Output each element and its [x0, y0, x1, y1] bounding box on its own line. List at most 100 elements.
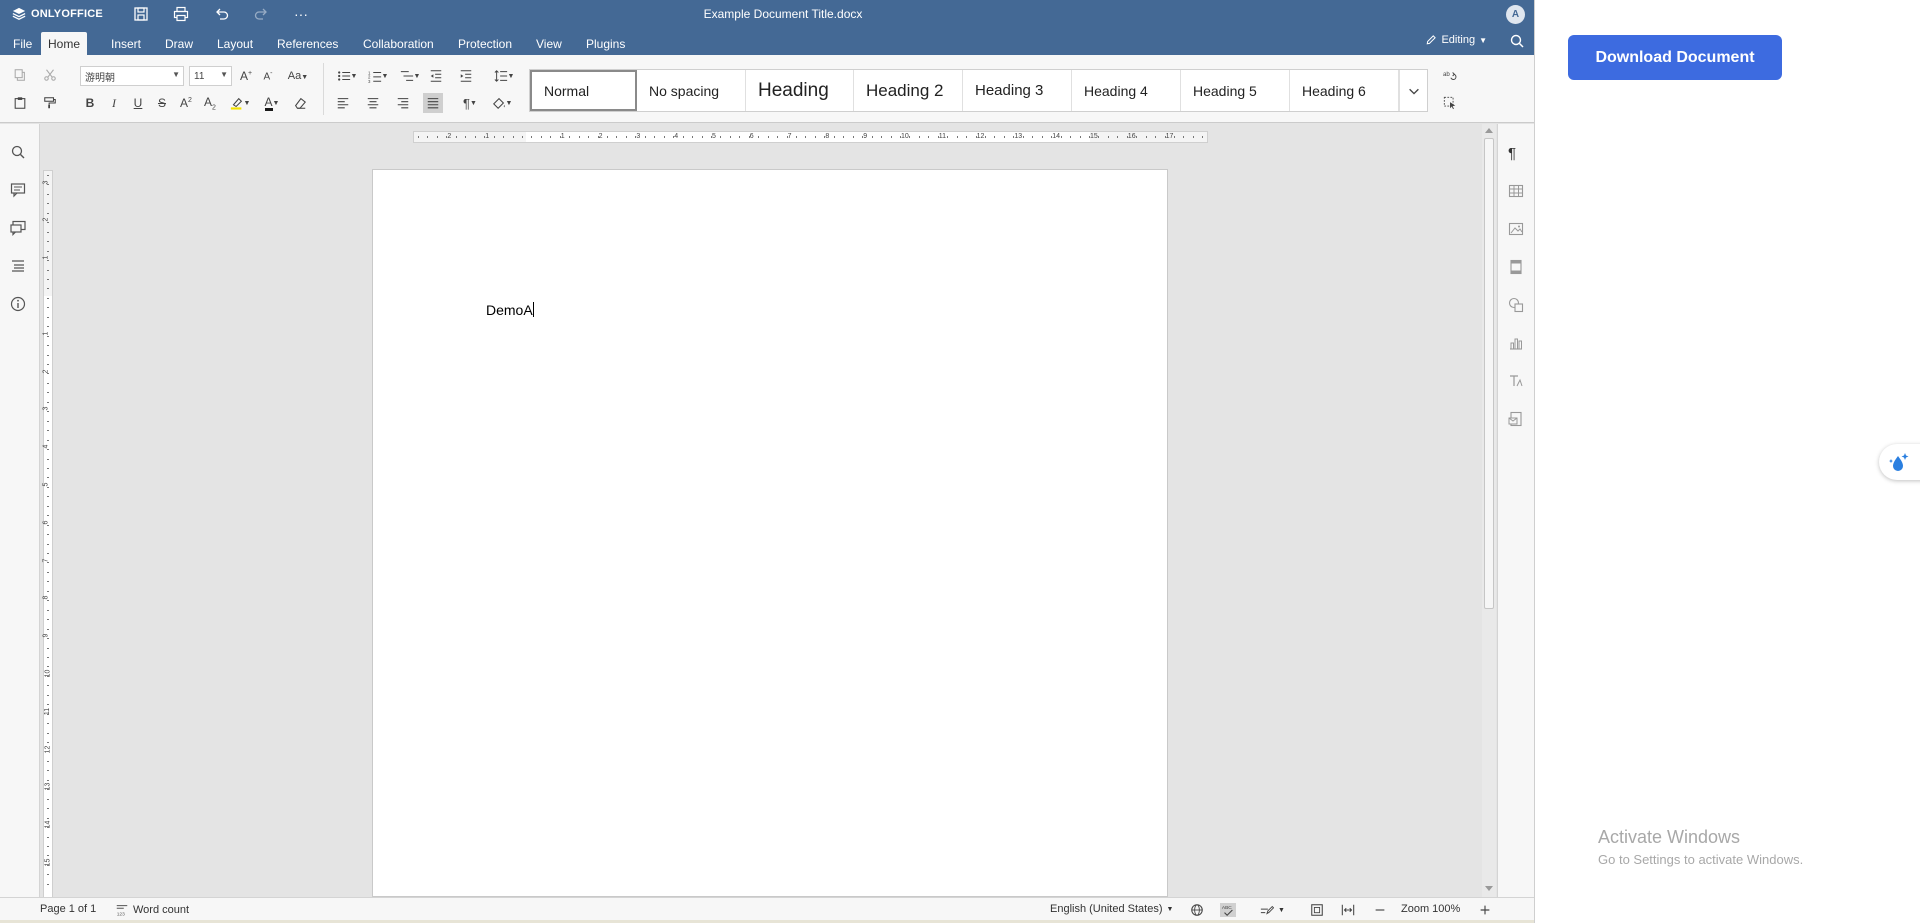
- undo-icon[interactable]: [212, 4, 232, 24]
- decrease-font-icon[interactable]: A-: [258, 66, 278, 86]
- horizontal-ruler[interactable]: 2 1 1 2 3 4 5 6 7 8 9 10 11 12 13 14 15 16 17: [413, 131, 1208, 143]
- ruler-tick: [427, 136, 429, 138]
- fit-page-icon[interactable]: [1310, 903, 1324, 917]
- style-normal[interactable]: Normal: [530, 70, 637, 111]
- vertical-ruler[interactable]: 3 2 1 1 2 3 4 5 6 7 8 9 10 11 12 13 14 15: [42, 170, 53, 898]
- superscript-icon[interactable]: A2: [176, 93, 196, 113]
- tab-insert[interactable]: Insert: [104, 32, 148, 55]
- change-case-icon[interactable]: Aa▼: [284, 66, 312, 86]
- tab-layout[interactable]: Layout: [210, 32, 260, 55]
- watermark-title: Activate Windows: [1598, 827, 1741, 847]
- scroll-down-arrow-icon[interactable]: [1485, 886, 1493, 891]
- tab-plugins[interactable]: Plugins: [579, 32, 632, 55]
- paragraph-text: DemoA: [486, 302, 533, 318]
- style-heading-6[interactable]: Heading 6: [1290, 70, 1399, 111]
- header-footer-icon[interactable]: [1508, 259, 1526, 277]
- image-settings-icon[interactable]: [1508, 221, 1526, 239]
- document-language-icon[interactable]: [1190, 903, 1204, 917]
- scrollbar-thumb[interactable]: [1484, 138, 1494, 609]
- print-icon[interactable]: [171, 4, 191, 24]
- copy-icon[interactable]: [10, 65, 30, 85]
- font-name-select[interactable]: 游明朝 ▼: [80, 66, 184, 86]
- document-body-text[interactable]: DemoA: [486, 302, 534, 318]
- tab-file[interactable]: File: [6, 32, 39, 55]
- style-heading-5[interactable]: Heading 5: [1181, 70, 1290, 111]
- info-icon[interactable]: [10, 296, 30, 316]
- tab-home[interactable]: Home: [41, 32, 88, 55]
- align-right-icon[interactable]: [393, 93, 413, 113]
- zoom-out-icon[interactable]: [1373, 903, 1387, 917]
- increase-indent-icon[interactable]: [456, 66, 476, 86]
- zoom-in-icon[interactable]: [1478, 903, 1492, 917]
- style-heading-4[interactable]: Heading 4: [1072, 70, 1181, 111]
- bullets-icon[interactable]: ▼: [333, 66, 361, 86]
- fit-width-icon[interactable]: [1341, 903, 1355, 917]
- style-heading-2[interactable]: Heading 2: [854, 70, 963, 111]
- download-document-button[interactable]: Download Document: [1568, 35, 1782, 80]
- shading-icon[interactable]: ▼: [488, 93, 516, 113]
- mail-merge-icon[interactable]: [1508, 411, 1526, 429]
- paragraph-settings-icon[interactable]: ¶: [1508, 145, 1526, 163]
- ruler-number: 15: [1090, 133, 1098, 140]
- subscript-icon[interactable]: A2: [200, 93, 220, 113]
- ruler-number: 14: [1052, 133, 1060, 140]
- vertical-scrollbar[interactable]: [1482, 124, 1496, 897]
- styles-expand-button[interactable]: [1399, 70, 1427, 111]
- spellcheck-icon[interactable]: ABC: [1220, 903, 1236, 917]
- chat-icon[interactable]: [10, 220, 30, 240]
- italic-icon[interactable]: I: [104, 93, 124, 113]
- line-spacing-icon[interactable]: ▼: [490, 66, 518, 86]
- justify-icon[interactable]: [423, 93, 443, 113]
- replace-icon[interactable]: ab: [1440, 66, 1460, 86]
- chart-settings-icon[interactable]: [1508, 335, 1526, 353]
- ruler-number: 17: [1165, 133, 1174, 140]
- editing-mode-dropdown[interactable]: Editing ▼: [1425, 34, 1487, 46]
- highlight-color-icon[interactable]: ▼: [226, 93, 254, 113]
- language-select[interactable]: English (United States) ▼: [1050, 903, 1173, 915]
- ruler-tick: [47, 326, 49, 328]
- comments-icon[interactable]: [10, 182, 30, 202]
- tab-protection[interactable]: Protection: [451, 32, 519, 55]
- format-painter-icon[interactable]: [40, 93, 60, 113]
- page-indicator[interactable]: Page 1 of 1: [40, 903, 96, 915]
- multilevel-list-icon[interactable]: ▼: [396, 66, 424, 86]
- find-icon[interactable]: [10, 144, 30, 164]
- avatar[interactable]: A: [1506, 5, 1525, 24]
- table-settings-icon[interactable]: [1508, 183, 1526, 201]
- navigation-icon[interactable]: [10, 258, 30, 278]
- word-count-button[interactable]: 123 Word count: [115, 903, 189, 917]
- paragraph-marks-icon[interactable]: ¶ ▼: [456, 93, 484, 113]
- tab-draw[interactable]: Draw: [158, 32, 200, 55]
- strikethrough-icon[interactable]: S: [152, 93, 172, 113]
- numbering-icon[interactable]: 1 2 3 ▼: [364, 66, 392, 86]
- tab-collaboration[interactable]: Collaboration: [356, 32, 441, 55]
- tab-view[interactable]: View: [529, 32, 569, 55]
- style-heading[interactable]: Heading: [746, 70, 854, 111]
- font-size-select[interactable]: 11 ▼: [189, 66, 232, 86]
- select-all-icon[interactable]: [1440, 93, 1460, 113]
- style-heading-3[interactable]: Heading 3: [963, 70, 1072, 111]
- document-page[interactable]: DemoA: [372, 169, 1168, 897]
- search-icon[interactable]: [1509, 33, 1525, 49]
- clear-style-icon[interactable]: [290, 93, 310, 113]
- zoom-level[interactable]: Zoom 100%: [1401, 903, 1460, 915]
- paste-icon[interactable]: [10, 93, 30, 113]
- increase-font-icon[interactable]: A+: [236, 66, 256, 86]
- save-icon[interactable]: [131, 4, 151, 24]
- align-left-icon[interactable]: [333, 93, 353, 113]
- underline-icon[interactable]: U: [128, 93, 148, 113]
- bold-icon[interactable]: B: [80, 93, 100, 113]
- track-changes-icon[interactable]: ▼: [1260, 903, 1285, 917]
- ai-assistant-button[interactable]: [1879, 444, 1920, 480]
- shape-settings-icon[interactable]: [1508, 297, 1526, 315]
- decrease-indent-icon[interactable]: [426, 66, 446, 86]
- style-no-spacing[interactable]: No spacing: [637, 70, 746, 111]
- text-art-settings-icon[interactable]: [1508, 373, 1526, 391]
- cut-icon[interactable]: [40, 65, 60, 85]
- redo-icon[interactable]: [251, 4, 271, 24]
- tab-references[interactable]: References: [270, 32, 345, 55]
- scroll-up-arrow-icon[interactable]: [1485, 128, 1493, 133]
- more-icon[interactable]: ···: [291, 4, 311, 24]
- align-center-icon[interactable]: [363, 93, 383, 113]
- font-color-icon[interactable]: A ▼: [258, 93, 286, 113]
